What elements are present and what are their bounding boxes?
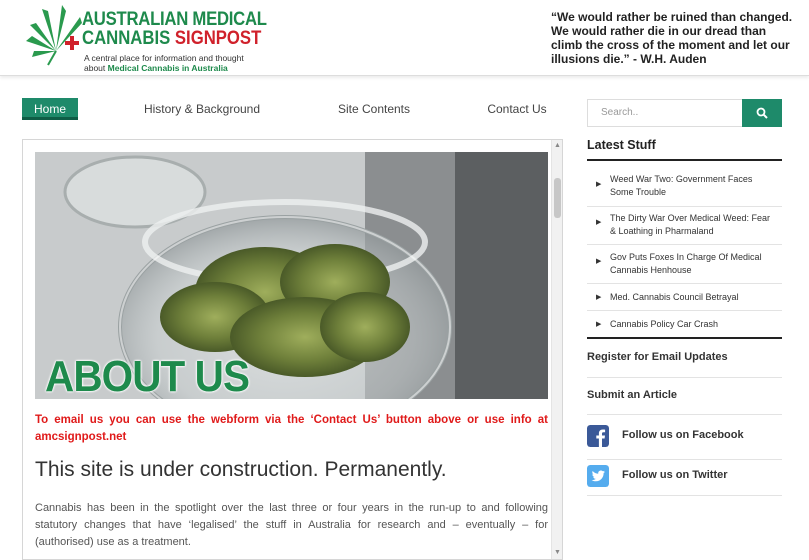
latest-post-title[interactable]: Med. Cannabis Council Betrayal <box>610 291 778 304</box>
scroll-thumb[interactable] <box>554 178 561 218</box>
content-scrollbar[interactable]: ▲ ▼ <box>551 140 562 559</box>
latest-post-title[interactable]: Cannabis Policy Car Crash <box>610 318 778 331</box>
scroll-down-arrow-icon[interactable]: ▼ <box>552 547 562 559</box>
facebook-icon[interactable] <box>587 425 609 447</box>
nav-item-home[interactable]: Home <box>22 98 78 120</box>
twitter-follow-row[interactable]: Follow us on Twitter <box>587 462 782 496</box>
nav-item-history[interactable]: History & Background <box>142 98 262 120</box>
logo-tagline-line2: about Medical Cannabis in Australia <box>84 63 228 73</box>
page-headline: This site is under construction. Permane… <box>35 458 447 481</box>
tagline-bold: Medical Cannabis in Australia <box>107 63 228 73</box>
header-quote: “We would rather be ruined than changed.… <box>551 10 793 66</box>
submit-article-link[interactable]: Submit an Article <box>587 389 782 415</box>
latest-post-item[interactable]: ▶ Cannabis Policy Car Crash <box>587 311 782 337</box>
latest-stuff-divider <box>587 159 782 161</box>
twitter-follow-label[interactable]: Follow us on Twitter <box>622 469 728 481</box>
register-email-updates-link[interactable]: Register for Email Updates <box>587 351 782 378</box>
intro-paragraph: Cannabis has been in the spotlight over … <box>35 502 548 548</box>
search-button[interactable] <box>742 99 782 127</box>
search-input[interactable]: Search.. <box>587 99 743 127</box>
nav-item-contact-us[interactable]: Contact Us <box>482 98 552 120</box>
logo-word-signpost: SIGNPOST <box>174 28 262 49</box>
chevron-right-icon: ▶ <box>596 181 602 188</box>
email-notice: To email us you can use the webform via … <box>35 414 548 443</box>
main-nav: Home History & Background Site Contents … <box>22 98 548 122</box>
search-icon <box>756 107 768 119</box>
tagline-prefix: about <box>84 63 106 73</box>
latest-post-item[interactable]: ▶ Weed War Two: Government Faces Some Tr… <box>587 168 782 207</box>
facebook-follow-label[interactable]: Follow us on Facebook <box>622 429 744 441</box>
latest-post-item[interactable]: ▶ Gov Puts Foxes In Charge Of Medical Ca… <box>587 245 782 284</box>
latest-post-title[interactable]: The Dirty War Over Medical Weed: Fear & … <box>610 212 778 238</box>
chevron-right-icon: ▶ <box>596 321 602 328</box>
latest-stuff-heading: Latest Stuff <box>587 138 656 152</box>
cannabis-leaf-icon <box>26 5 82 66</box>
chevron-right-icon: ▶ <box>596 219 602 226</box>
chevron-right-icon: ▶ <box>596 294 602 301</box>
facebook-follow-row[interactable]: Follow us on Facebook <box>587 422 782 460</box>
site-logo[interactable]: AUSTRALIAN MEDICAL CANNABIS SIGNPOST A c… <box>22 3 267 73</box>
scroll-up-arrow-icon[interactable]: ▲ <box>552 140 562 152</box>
hero-title: ABOUT US <box>45 352 250 399</box>
content-frame: ABOUT US To email us you can use the web… <box>22 139 563 560</box>
latest-post-item[interactable]: ▶ Med. Cannabis Council Betrayal <box>587 284 782 311</box>
twitter-icon[interactable] <box>587 465 609 487</box>
site-header: AUSTRALIAN MEDICAL CANNABIS SIGNPOST A c… <box>0 0 809 76</box>
hero-image: ABOUT US <box>35 152 548 399</box>
chevron-right-icon: ▶ <box>596 258 602 265</box>
nav-item-site-contents[interactable]: Site Contents <box>332 98 416 120</box>
latest-stuff-bottom-divider <box>587 337 782 339</box>
logo-title-line2: CANNABIS SIGNPOST <box>82 28 261 50</box>
logo-tagline-line1: A central place for information and thou… <box>84 53 244 63</box>
latest-post-title[interactable]: Gov Puts Foxes In Charge Of Medical Cann… <box>610 251 778 277</box>
latest-post-item[interactable]: ▶ The Dirty War Over Medical Weed: Fear … <box>587 207 782 245</box>
latest-post-title[interactable]: Weed War Two: Government Faces Some Trou… <box>610 173 778 199</box>
logo-word-cannabis: CANNABIS <box>82 28 171 49</box>
